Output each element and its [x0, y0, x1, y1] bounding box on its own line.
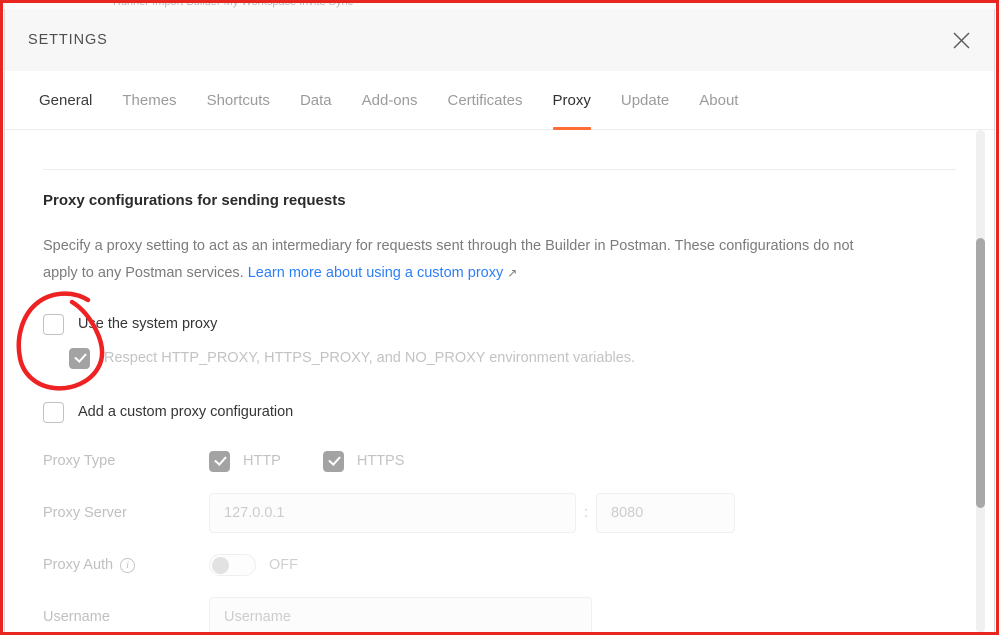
toggle-knob — [212, 557, 229, 574]
tab-data[interactable]: Data — [285, 71, 347, 129]
tab-add-ons[interactable]: Add-ons — [347, 71, 433, 129]
proxy-type-https-option: HTTPS — [322, 450, 405, 472]
https-checkbox — [322, 450, 344, 472]
proxy-server-label: Proxy Server — [43, 505, 127, 521]
page-title: SETTINGS — [28, 32, 108, 48]
tab-proxy[interactable]: Proxy — [538, 71, 606, 130]
tab-shortcuts[interactable]: Shortcuts — [192, 71, 285, 129]
respect-env-row: Respect HTTP_PROXY, HTTPS_PROXY, and NO_… — [43, 341, 934, 375]
proxy-type-row: Proxy Type HTTP HTTPS — [43, 435, 934, 487]
custom-proxy-row[interactable]: Add a custom proxy configuration — [43, 395, 934, 429]
info-icon[interactable]: i — [120, 557, 136, 573]
proxy-auth-row: Proxy Auth i OFF — [43, 539, 934, 591]
tab-themes[interactable]: Themes — [107, 71, 191, 129]
dialog-header: SETTINGS — [5, 9, 994, 71]
username-row: Username — [43, 591, 934, 633]
proxy-host-input[interactable] — [209, 493, 576, 533]
system-proxy-label: Use the system proxy — [78, 316, 218, 332]
proxy-settings-panel: Proxy configurations for sending request… — [43, 192, 934, 633]
respect-env-checkbox — [69, 347, 90, 369]
external-link-icon: ↗ — [507, 266, 518, 280]
http-label: HTTP — [243, 453, 281, 469]
learn-more-link[interactable]: Learn more about using a custom proxy — [248, 265, 504, 281]
proxy-type-http-option: HTTP — [209, 450, 281, 472]
username-label: Username — [43, 609, 110, 625]
section-description: Specify a proxy setting to act as an int… — [43, 233, 868, 287]
section-heading: Proxy configurations for sending request… — [43, 192, 346, 209]
vertical-scrollbar[interactable] — [976, 130, 985, 633]
username-input[interactable] — [209, 597, 592, 633]
respect-env-label: Respect HTTP_PROXY, HTTPS_PROXY, and NO_… — [104, 350, 636, 366]
tab-general[interactable]: General — [24, 71, 107, 129]
system-proxy-row[interactable]: Use the system proxy — [43, 307, 934, 341]
proxy-auth-text: Proxy Auth — [43, 557, 114, 573]
settings-tab-bar: General Themes Shortcuts Data Add-ons Ce… — [5, 71, 994, 130]
settings-body: Proxy configurations for sending request… — [5, 130, 994, 633]
settings-dialog: SETTINGS General Themes Shortcuts Data A… — [4, 9, 995, 633]
https-label: HTTPS — [356, 453, 405, 469]
background-ghost-text: Runner Import Builder My Workspace Invit… — [113, 3, 353, 8]
tab-update[interactable]: Update — [606, 71, 684, 129]
proxy-auth-label: Proxy Auth i — [43, 557, 209, 573]
proxy-auth-state: OFF — [269, 557, 298, 573]
host-port-separator: : — [583, 505, 589, 521]
scrollbar-thumb[interactable] — [976, 238, 985, 508]
custom-proxy-checkbox[interactable] — [43, 401, 64, 423]
http-checkbox — [209, 450, 230, 472]
close-glyph — [952, 31, 970, 49]
tab-about[interactable]: About — [684, 71, 753, 129]
proxy-server-row: Proxy Server : — [43, 487, 934, 539]
proxy-auth-toggle[interactable] — [209, 554, 256, 576]
close-icon[interactable] — [944, 23, 978, 57]
custom-proxy-label: Add a custom proxy configuration — [78, 404, 294, 420]
tab-certificates[interactable]: Certificates — [433, 71, 538, 129]
proxy-port-input[interactable] — [596, 493, 735, 533]
system-proxy-checkbox[interactable] — [43, 313, 64, 335]
proxy-type-label: Proxy Type — [43, 453, 116, 469]
section-divider — [43, 169, 956, 170]
